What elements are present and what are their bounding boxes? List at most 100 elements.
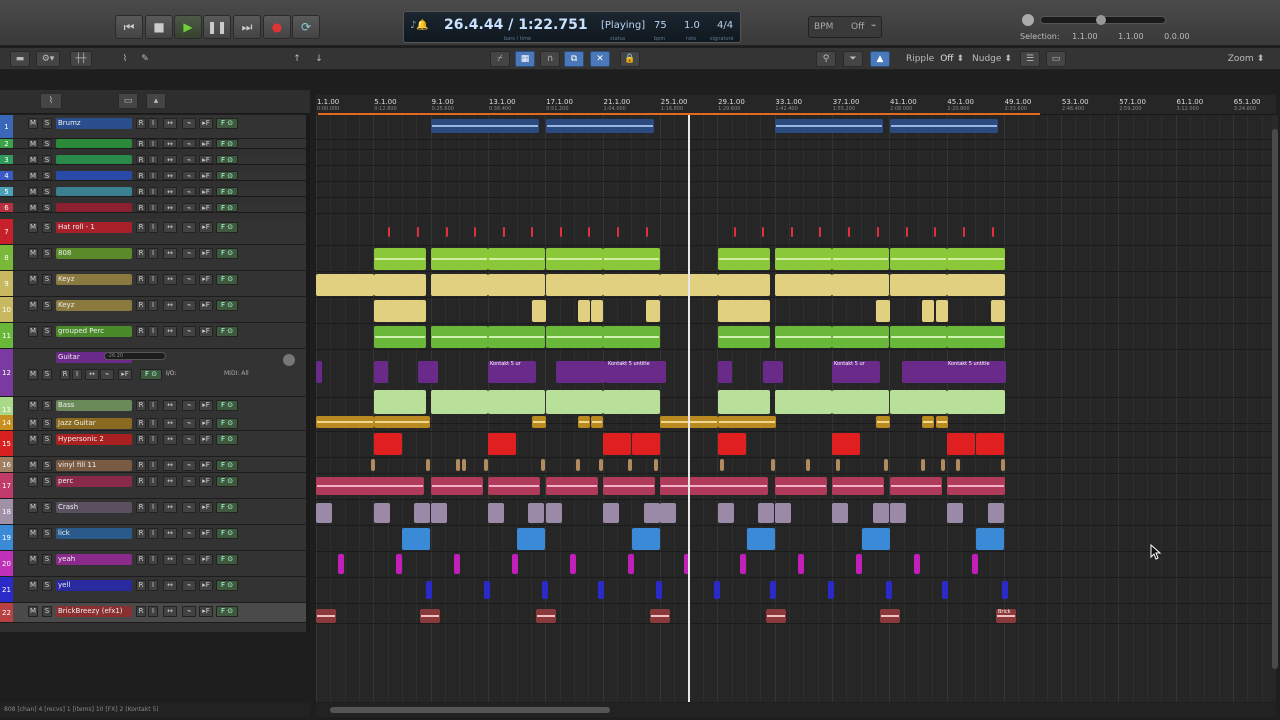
record-arm-button[interactable]: R <box>136 580 146 591</box>
loop-button[interactable]: ⟳ <box>292 15 320 39</box>
mute-button[interactable]: M <box>28 203 38 212</box>
solo-button[interactable]: S <box>42 502 52 513</box>
automation-button[interactable]: ⌁ <box>182 528 196 539</box>
automation-button[interactable]: ⌁ <box>182 580 196 591</box>
record-button[interactable]: ● <box>263 15 291 39</box>
mute-button[interactable]: M <box>28 155 38 164</box>
track-name[interactable]: grouped Perc <box>56 326 132 337</box>
list-view-button[interactable]: ☰ <box>1020 51 1040 67</box>
media-item[interactable] <box>488 477 540 495</box>
track-header[interactable]: 8 M S 808 R I ↔ ⌁ ▸F F ⊙ <box>0 245 310 271</box>
input-monitor-button[interactable]: I <box>148 203 158 212</box>
track-header[interactable]: 6 M S R I ↔ ⌁ ▸F F ⊙ <box>0 203 310 213</box>
media-item[interactable] <box>660 503 676 523</box>
record-arm-button[interactable]: R <box>136 118 146 129</box>
arrange-view[interactable]: Kontakt 5 ur Kontakt 5 untitle Kontakt 5 u… <box>316 115 1276 702</box>
track-header[interactable]: 12 M S Guitar R I ↔ ⌁ ▸F F ⊙ I/O: MIDI: All -26.20 <box>0 349 310 397</box>
media-item[interactable] <box>941 459 945 471</box>
media-item[interactable] <box>546 119 654 133</box>
media-item[interactable] <box>388 227 390 237</box>
record-arm-button[interactable]: R <box>136 606 146 617</box>
media-item[interactable] <box>546 248 603 270</box>
solo-button[interactable]: S <box>42 155 52 164</box>
track-header[interactable]: 21 M Syell R I ↔ ⌁ ▸F F ⊙ <box>0 577 310 603</box>
media-item[interactable] <box>718 300 770 322</box>
solo-button[interactable]: S <box>42 326 52 337</box>
track-header[interactable]: 3 M S R I ↔ ⌁ ▸F F ⊙ <box>0 155 310 165</box>
mute-button[interactable]: M <box>28 476 38 487</box>
mute-button[interactable]: M <box>28 139 38 148</box>
media-item[interactable] <box>646 227 648 237</box>
input-monitor-button[interactable]: I <box>148 222 158 233</box>
media-item[interactable] <box>628 459 632 471</box>
track-name[interactable]: yeah <box>56 554 132 565</box>
media-item[interactable] <box>798 554 804 574</box>
mute-button[interactable]: M <box>28 528 38 539</box>
media-item[interactable] <box>880 609 900 623</box>
record-arm-button[interactable]: R <box>136 418 146 429</box>
trim-button[interactable]: ⌿ <box>490 51 510 67</box>
media-item[interactable] <box>947 326 1005 348</box>
bpm-mode[interactable]: Off <box>851 22 864 32</box>
input-monitor-button[interactable]: I <box>148 326 158 337</box>
mute-button[interactable]: M <box>28 187 38 196</box>
media-item[interactable] <box>832 274 889 296</box>
input-monitor-button[interactable]: I <box>72 369 82 380</box>
solo-button[interactable]: S <box>42 554 52 565</box>
media-item[interactable] <box>542 581 548 599</box>
phase-fx-button[interactable]: F ⊙ <box>216 418 238 429</box>
media-item[interactable] <box>775 390 832 414</box>
media-item[interactable] <box>532 300 546 322</box>
record-arm-button[interactable]: R <box>136 155 146 164</box>
media-item[interactable] <box>890 326 947 348</box>
phase-fx-button[interactable]: F ⊙ <box>216 434 238 445</box>
media-item[interactable] <box>890 274 947 296</box>
media-item[interactable] <box>316 416 374 428</box>
input-monitor-button[interactable]: I <box>148 274 158 285</box>
phase-fx-button[interactable]: F ⊙ <box>216 400 238 411</box>
media-item[interactable] <box>947 274 1005 296</box>
track-header[interactable]: 14 M S Jazz Guitar R I ↔ ⌁ ▸F F ⊙ <box>0 415 310 431</box>
media-item[interactable] <box>988 503 1004 523</box>
media-item[interactable] <box>417 227 419 237</box>
phase-fx-button[interactable]: F ⊙ <box>216 326 238 337</box>
media-item[interactable] <box>771 459 775 471</box>
route-button[interactable]: ↔ <box>163 187 177 196</box>
route-button[interactable]: ↔ <box>163 118 177 129</box>
media-item[interactable] <box>603 326 660 348</box>
phase-fx-button[interactable]: F ⊙ <box>216 187 238 196</box>
media-item[interactable] <box>541 459 545 471</box>
solo-button[interactable]: S <box>42 222 52 233</box>
media-item[interactable] <box>484 459 488 471</box>
phase-fx-button[interactable]: F ⊙ <box>216 554 238 565</box>
media-item[interactable] <box>890 119 998 133</box>
track-name[interactable]: vinyl fill 11 <box>56 460 132 471</box>
media-item[interactable] <box>947 248 1005 270</box>
media-item[interactable] <box>488 326 545 348</box>
media-item[interactable] <box>531 227 533 237</box>
mute-button[interactable]: M <box>28 274 38 285</box>
media-item[interactable] <box>832 248 889 270</box>
phase-fx-button[interactable]: F ⊙ <box>216 300 238 311</box>
input-monitor-button[interactable]: I <box>148 187 158 196</box>
media-item[interactable] <box>921 459 925 471</box>
automation-button[interactable]: ⌁ <box>182 222 196 233</box>
fx-button[interactable]: ▸F <box>199 274 213 285</box>
route-button[interactable]: ↔ <box>163 400 177 411</box>
route-button[interactable]: ↔ <box>163 203 177 212</box>
phase-fx-button[interactable]: F ⊙ <box>216 580 238 591</box>
fx-button[interactable]: ▸F <box>199 528 213 539</box>
media-item[interactable] <box>922 300 934 322</box>
media-item[interactable] <box>418 361 438 383</box>
media-item[interactable] <box>512 554 518 574</box>
media-item[interactable] <box>976 433 1004 455</box>
route-button[interactable]: ↔ <box>85 369 99 380</box>
fx-button[interactable]: ▸F <box>199 118 213 129</box>
media-item[interactable] <box>775 248 832 270</box>
undo-button[interactable]: ↑ <box>290 51 304 67</box>
automation-button[interactable]: ⌁ <box>182 434 196 445</box>
input-monitor-button[interactable]: I <box>148 248 158 259</box>
snap-grid-button[interactable]: ▦ <box>515 51 535 67</box>
media-item[interactable] <box>454 554 460 574</box>
media-item[interactable] <box>576 459 580 471</box>
